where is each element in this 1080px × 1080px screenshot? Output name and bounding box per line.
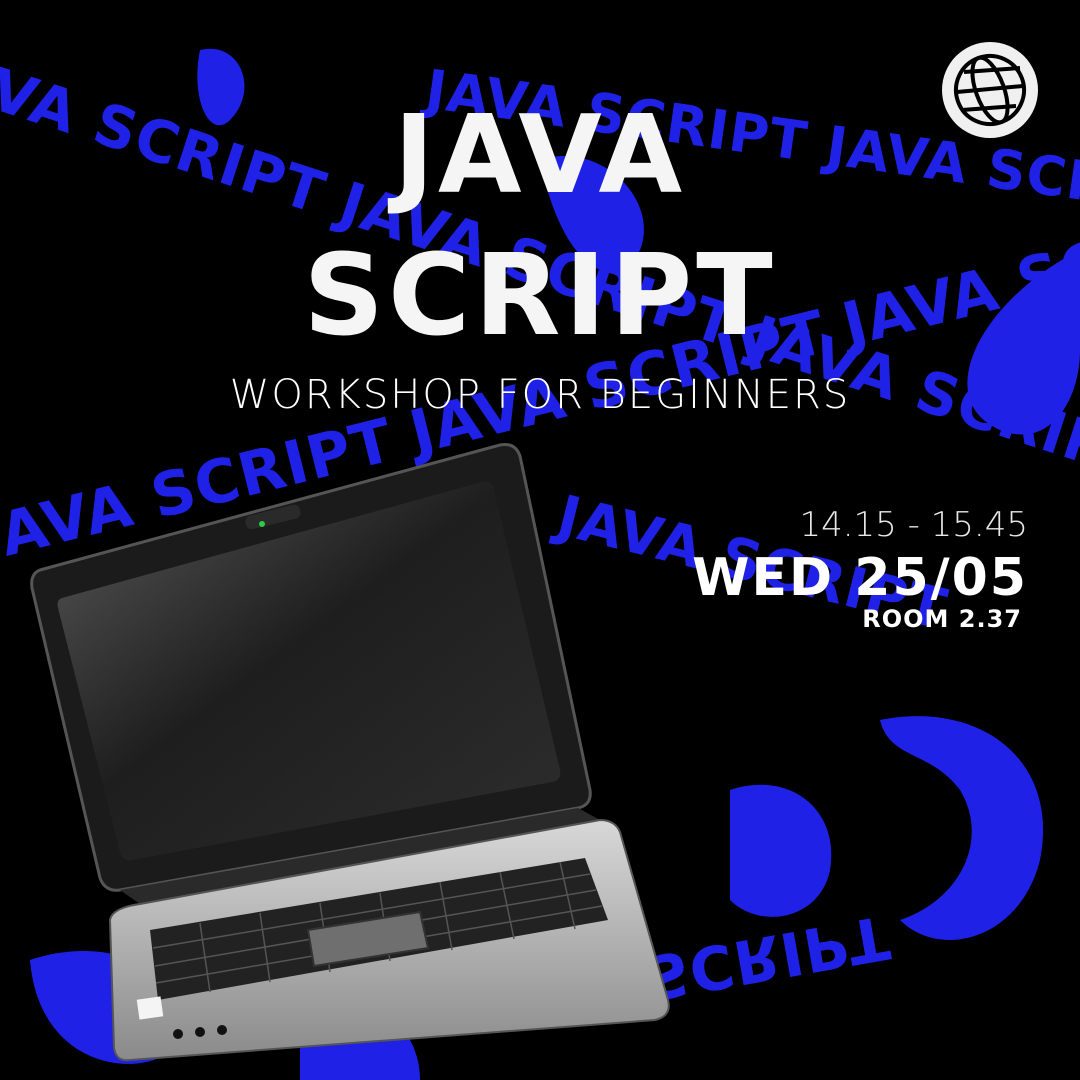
laptop-icon bbox=[30, 443, 670, 1062]
event-time: 14.15 - 15.45 bbox=[799, 505, 1028, 545]
event-room: ROOM 2.37 bbox=[862, 605, 1022, 633]
subtitle: WORKSHOP FOR BEGINNERS bbox=[229, 372, 851, 418]
title-line-2: SCRIPT bbox=[303, 231, 777, 361]
event-date: WED 25/05 bbox=[692, 548, 1028, 608]
poster: JAVA SCRIPTJAVA SCRIPTJAVA SCRIPT JAVA S… bbox=[0, 0, 1080, 1080]
title-line-1: JAVA bbox=[393, 93, 687, 218]
globe-icon bbox=[942, 42, 1038, 138]
